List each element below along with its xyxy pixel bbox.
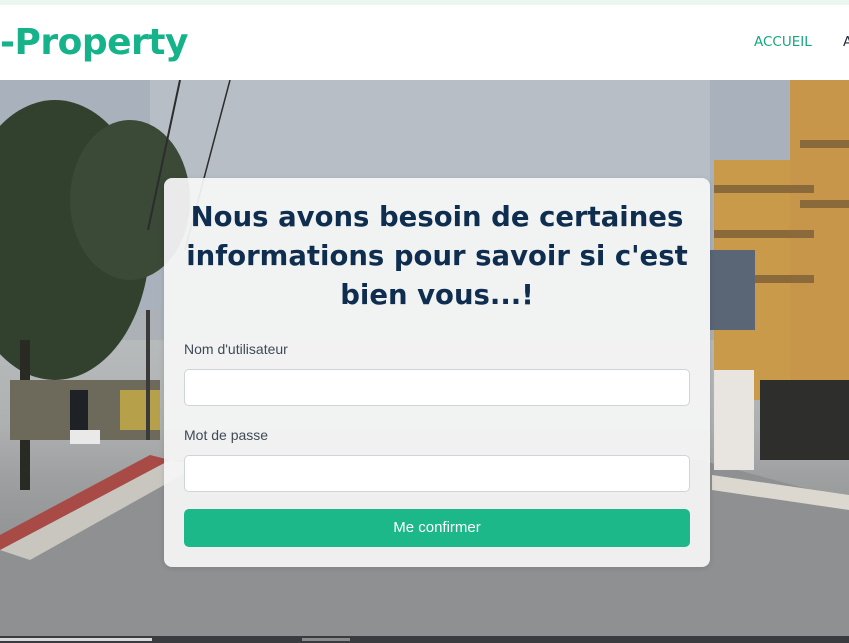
brand-logo[interactable]: -Property [0, 23, 188, 63]
scrollbar-thumb[interactable] [302, 638, 350, 641]
nav-link-accueil[interactable]: ACCUEIL [754, 34, 812, 50]
verification-card: Nous avons besoin de certaines informati… [164, 178, 710, 567]
card-title: Nous avons besoin de certaines informati… [186, 201, 688, 311]
hero-section: Nous avons besoin de certaines informati… [0, 80, 849, 636]
confirm-button[interactable]: Me confirmer [184, 509, 690, 547]
scrollbar-track-highlight [0, 638, 152, 641]
password-input[interactable] [184, 455, 690, 492]
username-label: Nom d'utilisateur [184, 341, 288, 357]
navbar: -Property ACCUEIL A [0, 5, 849, 80]
password-label: Mot de passe [184, 427, 269, 443]
nav-link-next[interactable]: A [843, 34, 849, 50]
bottom-scrollbar[interactable] [0, 636, 849, 643]
username-input[interactable] [184, 369, 690, 406]
